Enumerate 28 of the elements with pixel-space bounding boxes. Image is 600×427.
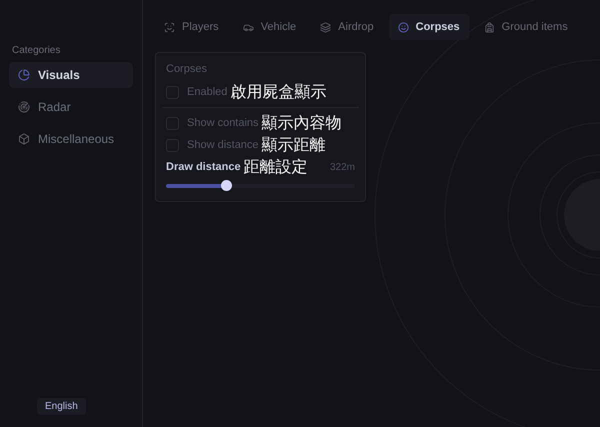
slider-thumb[interactable] (221, 180, 232, 191)
face-icon (398, 22, 409, 32)
pie-chart-icon (18, 69, 30, 81)
checkbox-label: Show distance (187, 139, 259, 151)
slider-reading: 322m (330, 162, 355, 172)
tab[interactable]: Airdrop (311, 14, 383, 40)
sidebar-item[interactable]: Radar (9, 94, 133, 120)
checkbox-label: Show contains (187, 117, 259, 129)
tab[interactable]: Players (155, 14, 228, 40)
checkbox-label: Enabled (187, 86, 228, 98)
sidebar-item[interactable]: Visuals (9, 62, 133, 88)
layers-icon (320, 22, 332, 32)
backpack-icon (484, 22, 495, 32)
annotation-text: 顯示內容物 (262, 112, 342, 134)
tab[interactable]: Corpses (388, 14, 469, 40)
annotation-text: 啟用屍盒顯示 (230, 82, 326, 102)
tab[interactable]: Ground items (474, 14, 577, 40)
radar-icon (18, 101, 30, 113)
slider-label: Draw distance (166, 161, 241, 173)
sidebar-heading: Categories (12, 45, 62, 56)
annotation-text: 距離設定 (244, 156, 308, 178)
face-scan-icon (164, 22, 175, 32)
card-title: Corpses (166, 63, 208, 75)
annotation-text: 顯示距離 (262, 134, 326, 156)
tab[interactable]: Vehicle (234, 14, 306, 40)
language-button[interactable]: English (37, 398, 86, 415)
sidebar-item[interactable]: Miscellaneous (9, 126, 133, 152)
cube-icon (18, 133, 30, 145)
